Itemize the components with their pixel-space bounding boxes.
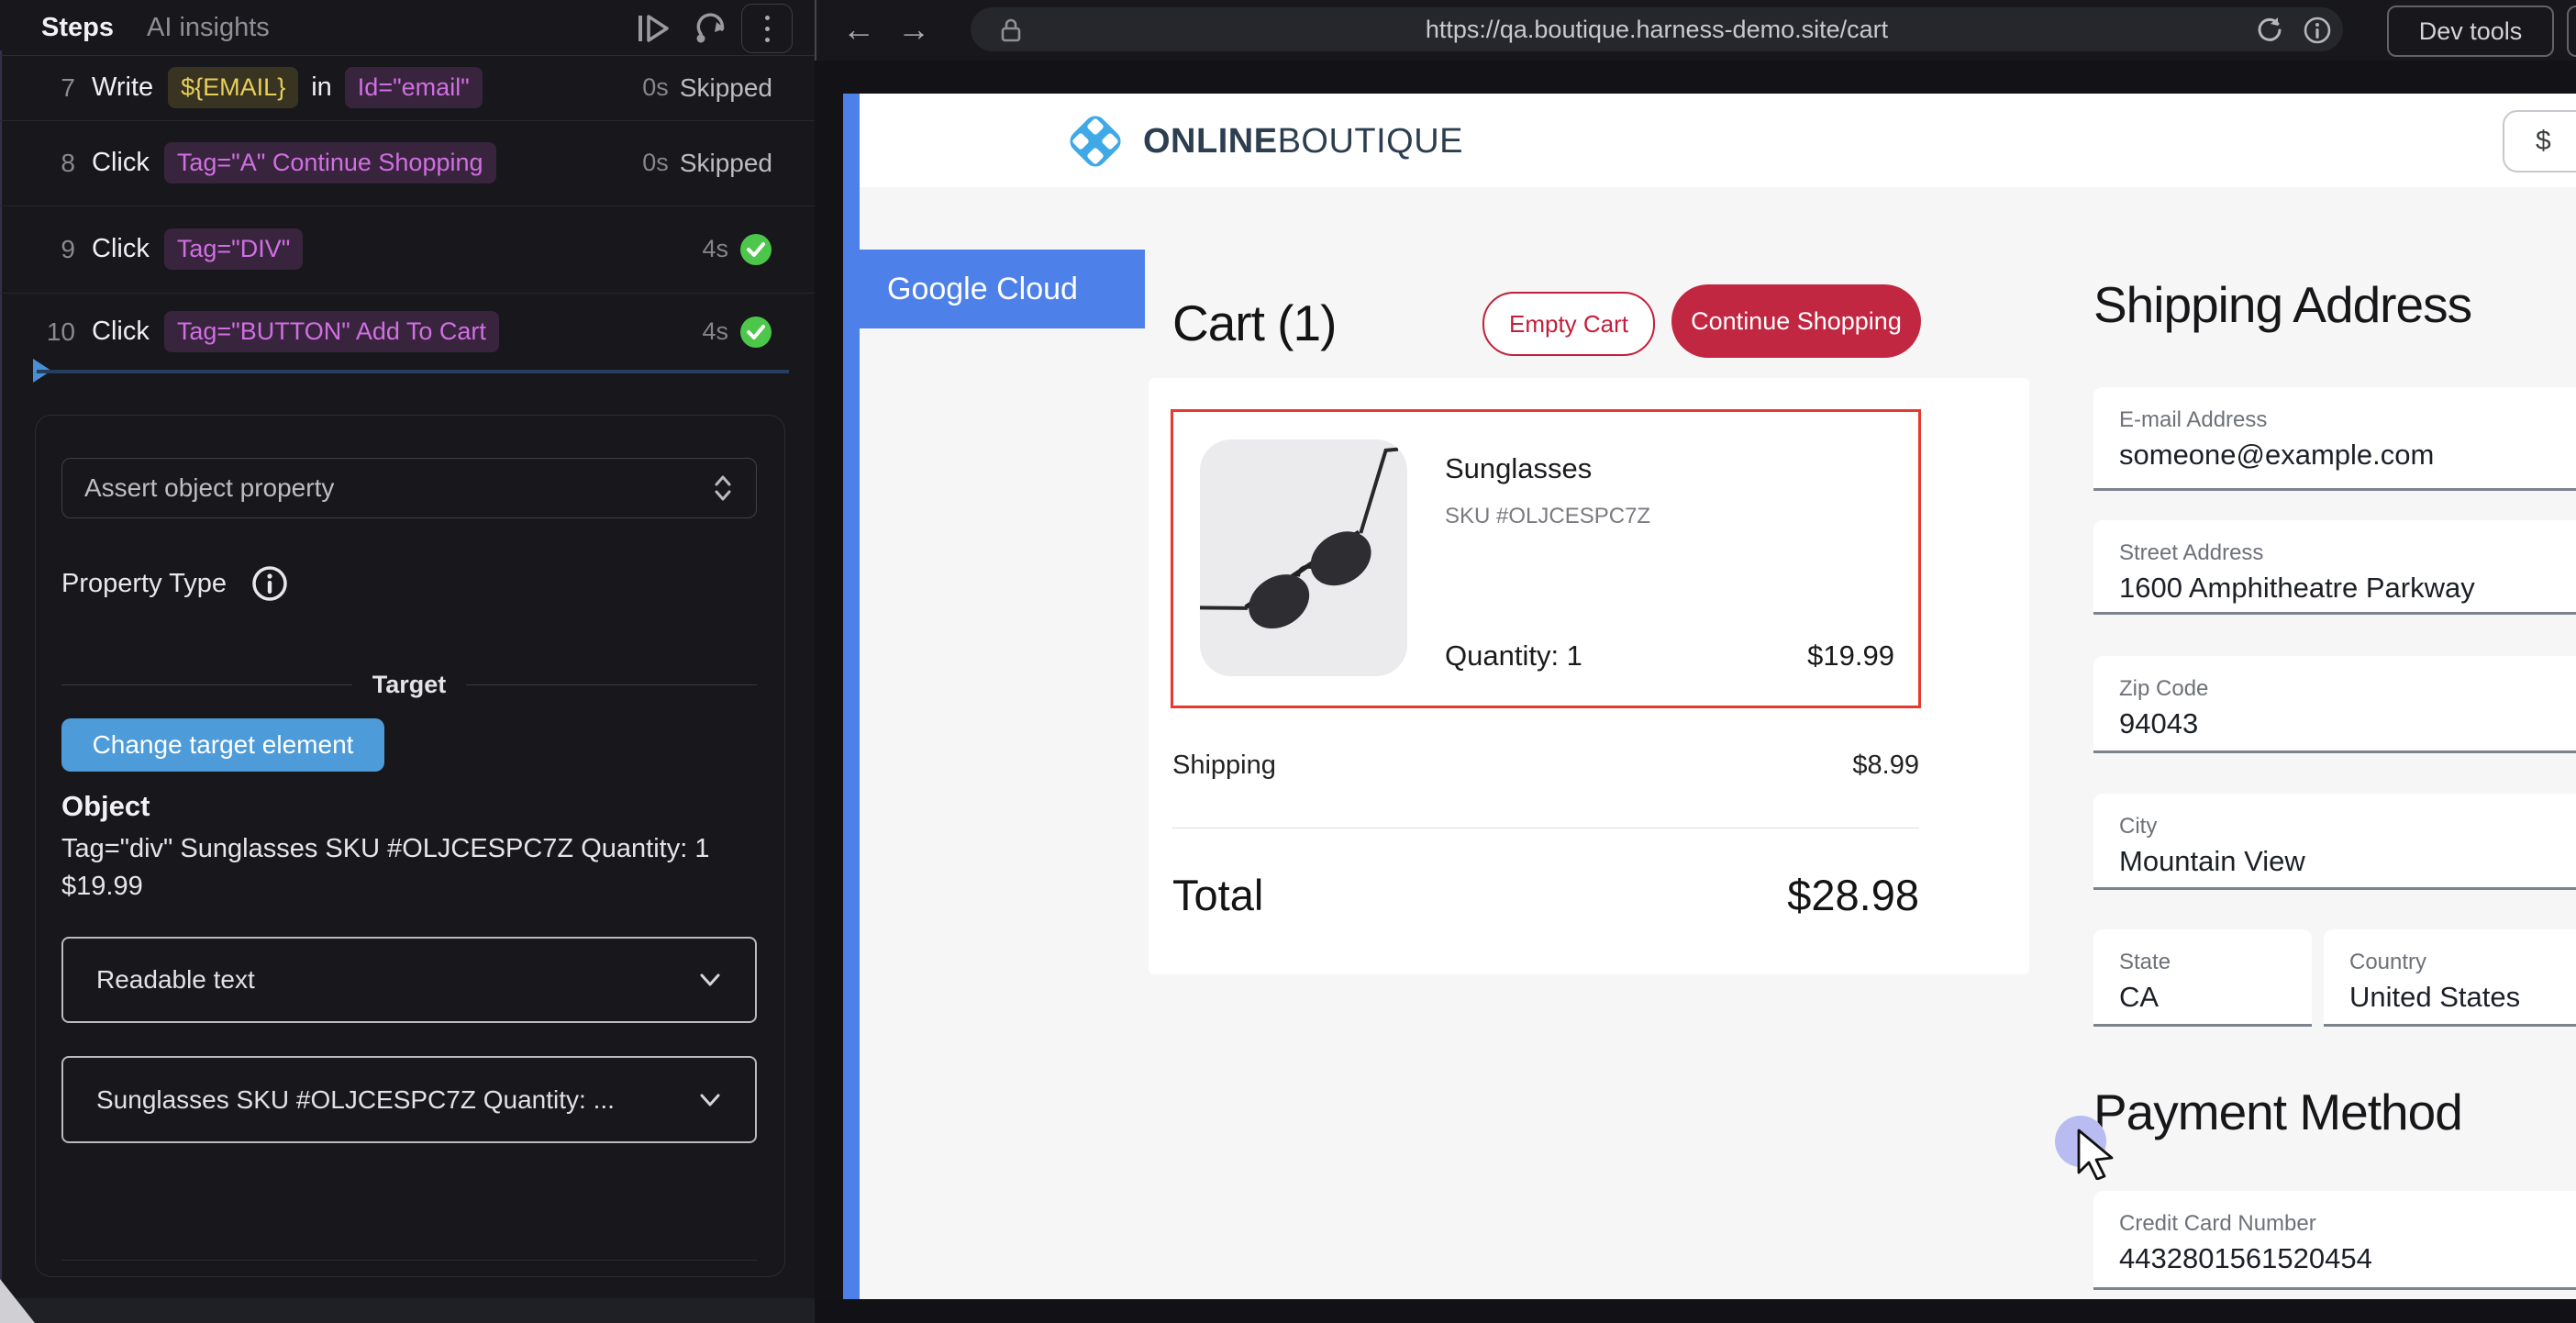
browser-toolbar: ← → https://qa.boutique.harness-demo.sit… [816, 0, 2576, 61]
step-progress-line [37, 370, 789, 373]
step-row-7[interactable]: 7 Write ${EMAIL} in Id="email" 0s Skippe… [0, 55, 815, 121]
rerun-icon[interactable] [692, 9, 730, 48]
empty-cart-button[interactable]: Empty Cart [1482, 292, 1655, 356]
info-icon[interactable] [250, 564, 289, 603]
mouse-cursor-icon [2075, 1128, 2123, 1180]
step-duration: 4s [702, 235, 728, 263]
change-target-element-button[interactable]: Change target element [61, 718, 384, 772]
street-address-field[interactable]: Street Address 1600 Amphitheatre Parkway [2093, 520, 2576, 615]
toolbar-extra-button[interactable] [2567, 6, 2576, 57]
site-footer-bar [815, 1299, 2576, 1323]
url-text: https://qa.boutique.harness-demo.site/ca… [971, 7, 2343, 51]
reload-icon[interactable] [2255, 16, 2284, 45]
page-info-icon[interactable] [2303, 16, 2332, 45]
product-sku: SKU #OLJCESPC7Z [1445, 504, 1650, 529]
site-name: ONLINEBOUTIQUE [1143, 122, 1463, 161]
step-target-badge: Tag="BUTTON" Add To Cart [164, 311, 499, 352]
step-action: Click [92, 234, 150, 264]
forward-button[interactable]: → [897, 10, 930, 49]
city-field[interactable]: City Mountain View [2093, 794, 2576, 890]
object-description: Tag="div" Sunglasses SKU #OLJCESPC7Z Qua… [61, 830, 731, 906]
payment-method-title: Payment Method [2093, 1083, 2462, 1141]
site-top-banner [843, 61, 2576, 94]
step-row-10[interactable]: 10 Click Tag="BUTTON" Add To Cart 4s [0, 293, 815, 371]
zip-code-field[interactable]: Zip Code 94043 [2093, 656, 2576, 753]
resume-run-icon[interactable] [637, 12, 672, 45]
step-value-badge: ${EMAIL} [168, 67, 298, 108]
address-bar[interactable]: https://qa.boutique.harness-demo.site/ca… [971, 7, 2343, 51]
credit-card-number-field[interactable]: Credit Card Number 4432801561520454 [2093, 1191, 2576, 1290]
email-field[interactable]: E-mail Address someone@example.com [2093, 387, 2576, 491]
back-button[interactable]: ← [842, 10, 875, 49]
cart-title: Cart (1) [1172, 294, 1336, 352]
step-status: Skipped [680, 73, 772, 103]
step-row-8[interactable]: 8 Click Tag="A" Continue Shopping 0s Ski… [0, 120, 815, 206]
chevron-down-icon [698, 1093, 722, 1107]
chevron-down-icon [698, 973, 722, 987]
panel-footer-bar [0, 1298, 815, 1323]
step-number: 9 [33, 235, 75, 264]
object-heading: Object [61, 790, 150, 823]
tab-steps[interactable]: Steps [41, 0, 114, 55]
product-image [1200, 439, 1407, 676]
target-section-divider: Target [61, 671, 757, 699]
more-options-button[interactable] [741, 4, 793, 53]
target-section-label: Target [372, 671, 447, 699]
shipping-address-title: Shipping Address [2093, 275, 2471, 334]
step-connector: in [311, 72, 332, 103]
step-row-9[interactable]: 9 Click Tag="DIV" 4s [0, 206, 815, 294]
sunglasses-image [1200, 439, 1407, 676]
test-steps-panel: Steps AI insights 7 Write ${EMAIL} in [0, 0, 815, 1323]
assertion-editor-card: Assert object property Property Type Tar… [35, 415, 785, 1277]
step-status: Skipped [680, 149, 772, 178]
page-left-gutter [815, 61, 843, 1323]
site-header: ONLINEBOUTIQUE $ U [843, 94, 2576, 187]
step-action: Click [92, 148, 150, 178]
step-passed-icon [739, 233, 772, 266]
card-divider [61, 1260, 757, 1261]
step-action: Write [92, 72, 153, 103]
google-cloud-ribbon [843, 94, 860, 1299]
screen: Steps AI insights 7 Write ${EMAIL} in [0, 0, 2576, 1323]
step-duration: 0s [642, 149, 669, 177]
boutique-diamond-icon [1062, 108, 1128, 174]
kebab-icon [765, 16, 770, 20]
tab-ai-insights[interactable]: AI insights [147, 0, 270, 55]
total-value: $28.98 [1149, 870, 1919, 920]
site-logo[interactable]: ONLINEBOUTIQUE [1062, 108, 1463, 174]
step-passed-icon [739, 316, 772, 349]
chevron-updown-icon [712, 472, 734, 504]
panel-header: Steps AI insights [0, 0, 815, 56]
step-target-badge: Tag="A" Continue Shopping [164, 142, 496, 183]
object-value-select[interactable]: Sunglasses SKU #OLJCESPC7Z Quantity: ... [61, 1056, 757, 1143]
step-number: 8 [33, 149, 75, 178]
country-field[interactable]: Country United States [2324, 929, 2576, 1027]
continue-shopping-button[interactable]: Continue Shopping [1671, 284, 1921, 358]
google-cloud-badge: Google Cloud [860, 250, 1145, 328]
step-target-badge: Tag="DIV" [164, 228, 303, 270]
currency-symbol: $ [2536, 126, 2551, 157]
step-duration: 4s [702, 317, 728, 346]
step-target-badge: Id="email" [345, 67, 483, 108]
devtools-button[interactable]: Dev tools [2387, 6, 2554, 57]
state-field[interactable]: State CA [2093, 929, 2312, 1027]
currency-selector[interactable]: $ U [2503, 110, 2576, 172]
cart-item-highlighted[interactable]: Sunglasses SKU #OLJCESPC7Z Quantity: 1 $… [1171, 409, 1921, 708]
property-select[interactable]: Readable text [61, 937, 757, 1023]
step-number: 7 [33, 73, 75, 103]
step-action: Click [92, 317, 150, 347]
product-quantity: Quantity: 1 [1445, 639, 1582, 673]
property-type-label: Property Type [61, 569, 227, 599]
step-duration: 0s [642, 73, 669, 102]
product-name: Sunglasses [1445, 452, 1592, 485]
shipping-cost-value: $8.99 [1149, 750, 1919, 781]
step-number: 10 [33, 317, 75, 347]
assert-action-select[interactable]: Assert object property [61, 458, 757, 518]
product-price: $19.99 [1807, 639, 1894, 673]
